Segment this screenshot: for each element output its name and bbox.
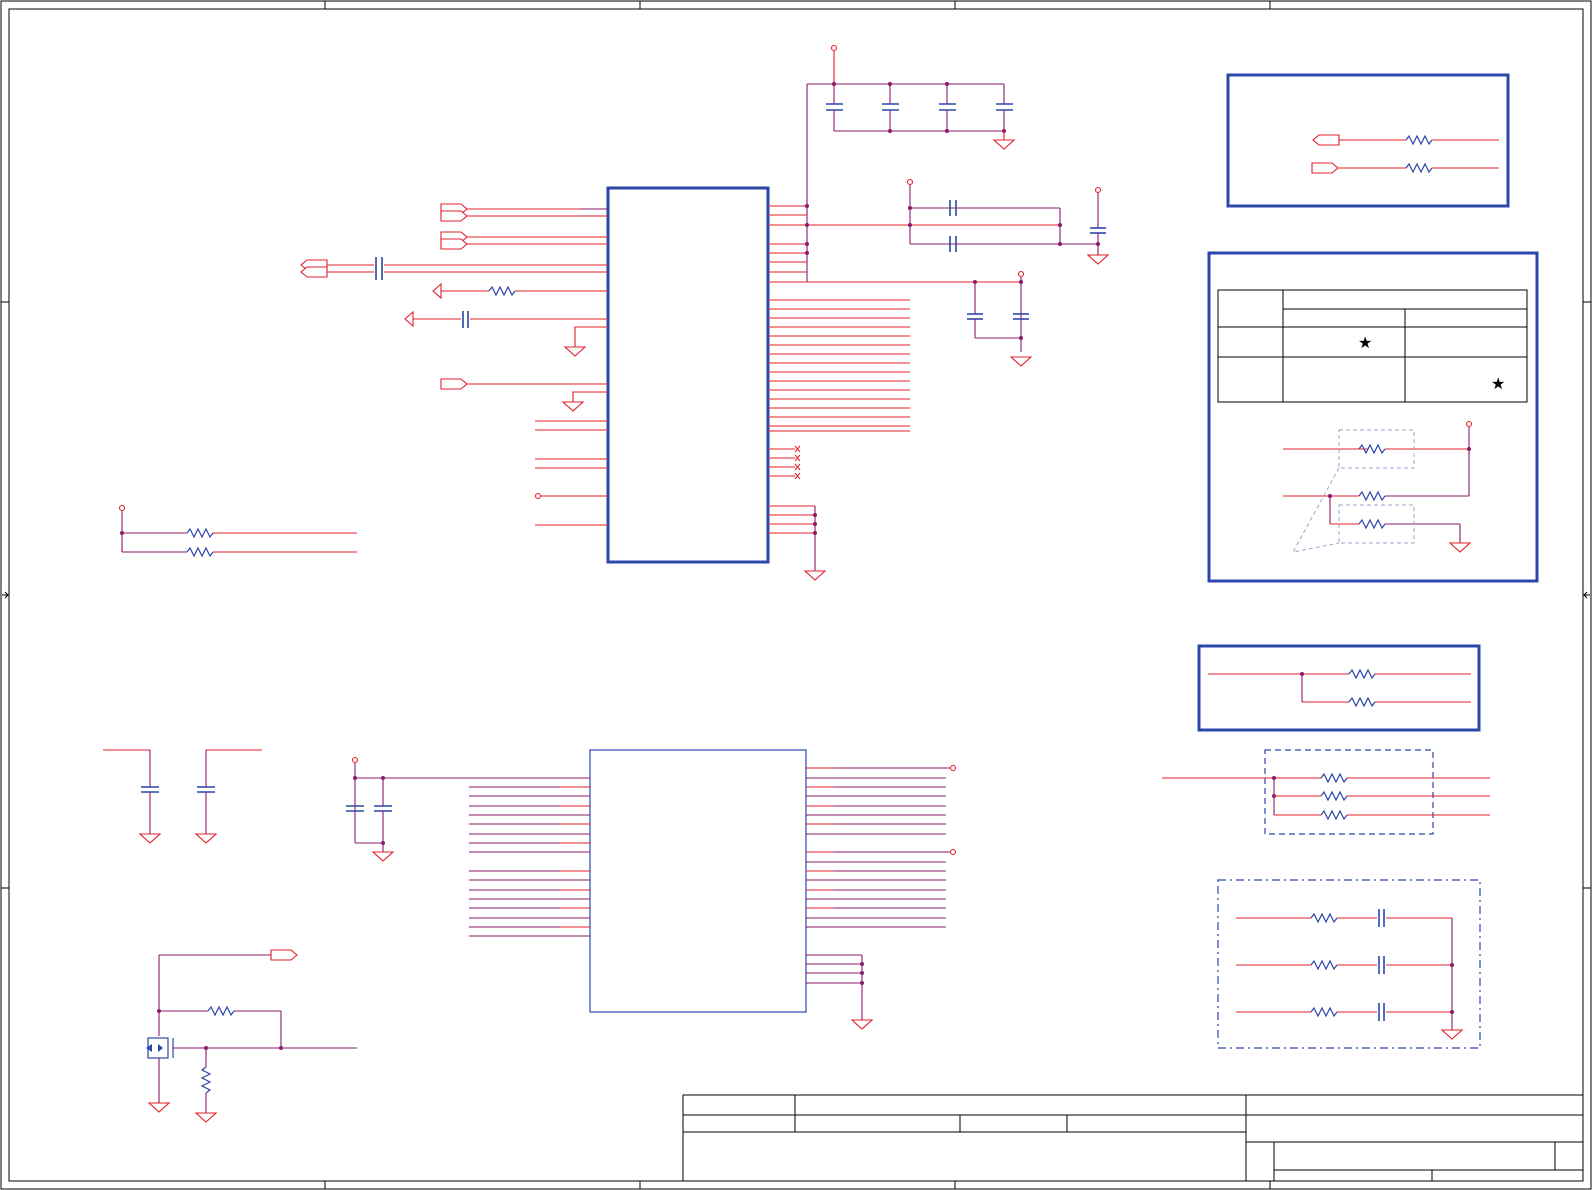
resistor-icon xyxy=(1348,668,1376,680)
capacitor-icon xyxy=(939,84,956,131)
capacitor-icon xyxy=(346,805,392,812)
ground-icon xyxy=(1448,542,1472,553)
title-block xyxy=(682,1094,1584,1182)
ground-icon xyxy=(1086,254,1110,265)
capacitor-icon xyxy=(197,786,215,793)
resistor-icon xyxy=(488,285,516,297)
star-icon: ★ xyxy=(1491,374,1505,393)
mosfet-icon xyxy=(146,1037,174,1059)
ground-icon xyxy=(138,833,162,844)
ground-icon xyxy=(563,346,587,357)
port-icon xyxy=(440,378,468,390)
no-connect-icon xyxy=(794,445,801,480)
resistor-icon xyxy=(1405,134,1433,146)
capacitor-icon xyxy=(1378,1003,1385,1021)
port-icon xyxy=(440,238,468,250)
resistor-icon xyxy=(1320,790,1348,802)
main-ic-u1 xyxy=(606,186,770,564)
ground-icon xyxy=(561,401,585,412)
ground-icon xyxy=(992,139,1016,150)
port-icon xyxy=(404,310,414,328)
capacitor-icon xyxy=(375,257,383,280)
port-icon xyxy=(440,210,468,222)
capacitor-icon xyxy=(826,84,843,131)
port-icon xyxy=(432,282,442,300)
capacitor-icon xyxy=(462,311,469,328)
star-icon: ★ xyxy=(1358,333,1372,352)
capacitor-icon xyxy=(882,84,899,131)
mosfet-circuit xyxy=(146,949,357,1123)
u2-left-bus xyxy=(469,786,590,937)
resistor-icon xyxy=(186,527,214,539)
resistor-network-block xyxy=(1162,749,1490,835)
ground-icon xyxy=(1440,1029,1464,1040)
ground-icon xyxy=(803,570,827,581)
resistor-icon xyxy=(1320,809,1348,821)
resistor-icon xyxy=(1310,1006,1338,1018)
resistor-icon xyxy=(1320,772,1348,784)
capacitor-icon xyxy=(1378,956,1385,974)
ground-icon xyxy=(371,851,395,862)
capacitor-icon xyxy=(1090,227,1106,234)
capacitor-icon xyxy=(141,786,159,793)
port-icon xyxy=(300,266,328,278)
lower-left-caps xyxy=(103,749,262,844)
ground-icon xyxy=(1009,356,1033,367)
u1-left-pins xyxy=(300,203,608,526)
mid-right-block xyxy=(1197,644,1481,732)
ground-icon xyxy=(850,1019,874,1030)
port-icon xyxy=(270,949,298,961)
resistor-icon xyxy=(186,546,214,558)
port-icon xyxy=(1312,134,1340,146)
capacitor-icon xyxy=(1378,909,1385,927)
ground-icon xyxy=(194,833,218,844)
option-table-block: ★ ★ xyxy=(1207,251,1539,583)
rc-network-block xyxy=(1217,879,1481,1049)
ground-icon xyxy=(147,1102,171,1113)
port-icon xyxy=(1311,162,1339,174)
resistor-icon xyxy=(1358,490,1386,502)
capacitor-icon xyxy=(996,84,1013,131)
resistor-icon xyxy=(1348,696,1376,708)
pullup-resistors-left xyxy=(118,504,357,558)
capacitor-icon xyxy=(967,313,983,320)
top-right-block xyxy=(1226,73,1510,208)
resistor-icon xyxy=(1310,959,1338,971)
resistor-icon xyxy=(200,1066,212,1094)
lower-ic-u2 xyxy=(346,749,957,1030)
resistor-icon xyxy=(1310,912,1338,924)
resistor-icon xyxy=(207,1005,235,1017)
ground-icon xyxy=(194,1112,218,1123)
u2-right-bus xyxy=(806,764,957,928)
resistor-icon xyxy=(1358,518,1386,530)
resistor-icon xyxy=(1405,162,1433,174)
u1-right-pins xyxy=(768,44,1110,581)
schematic-sheet: ★ ★ xyxy=(0,0,1592,1190)
